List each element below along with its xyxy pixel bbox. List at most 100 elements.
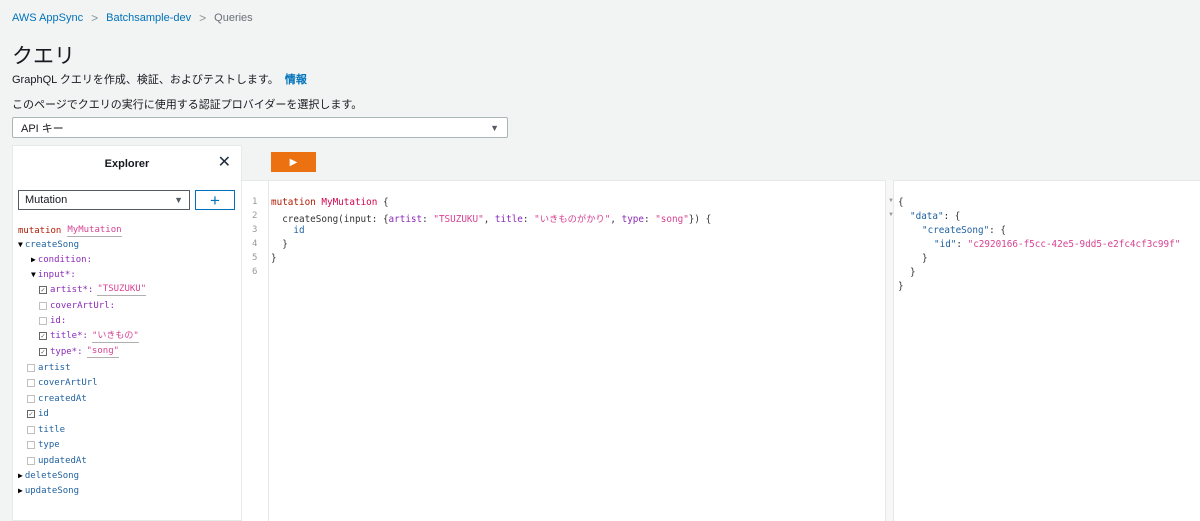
checkbox-checked[interactable]: ✓ [39,285,47,294]
checkbox-unchecked[interactable] [27,440,35,449]
checkbox-unchecked[interactable] [27,456,35,465]
tree-item-id-arg[interactable]: id: [39,314,66,327]
result-line: "id": "c2920166-f5cc-42e5-9dd5-e2fc4cf3c… [934,239,1180,250]
field-label: createSong [24,239,80,250]
breadcrumb-current: Queries [214,12,253,24]
result-line: "createSong": { [922,225,1006,236]
result-punct: : [956,239,968,250]
checkbox-checked[interactable]: ✓ [39,331,47,340]
checkbox-checked[interactable]: ✓ [39,347,47,356]
subtitle-text: GraphQL クエリを作成、検証、およびテストします。 [12,74,279,86]
field-label: updatedAt [38,455,87,466]
tree-item-id-field[interactable]: ✓ id [27,407,49,420]
result-pane: { "data": { "createSong": { "id": "c2920… [894,180,1200,521]
tree-item-coverarturl-field[interactable]: coverArtUrl [27,376,98,389]
checkbox-unchecked[interactable] [27,378,35,387]
arg-value-input[interactable]: "いきもの" [91,328,139,343]
caret-down-icon: ▼ [490,122,499,133]
checkbox-checked[interactable]: ✓ [27,409,35,418]
result-line: } [898,281,904,292]
line-number: 5 [252,253,258,263]
tree-item-createdat-field[interactable]: createdAt [27,392,87,405]
checkbox-unchecked[interactable] [39,301,47,310]
arg-label: artist*: [50,284,94,295]
operation-keyword: mutation [18,225,62,236]
result-string: "c2920166-f5cc-42e5-9dd5-e2fc4cf3c99f" [967,239,1181,250]
explorer-title: Explorer [104,157,150,170]
tree-item-artist-field[interactable]: artist [27,361,71,374]
code-punct: , [610,214,622,225]
result-punct: : { [943,211,961,222]
result-key: "data" [910,211,944,222]
tree-item-createsong[interactable]: ▼ createSong [18,238,79,251]
result-line: { [898,197,904,208]
tree-item-artist-arg[interactable]: ✓ artist*: "TSUZUKU" [39,283,147,296]
code-punct: : [644,214,656,225]
tree-item-updatedat-field[interactable]: updatedAt [27,454,87,467]
code-line: mutation MyMutation { [271,197,389,208]
triangle-right-icon: ▶ [18,486,23,495]
code-string: "いきものがかり" [534,214,611,225]
toolbar: ▶ [242,145,1200,180]
arg-label: input*: [37,269,76,280]
code-field: id [271,225,305,236]
code-line: id [271,225,305,236]
run-query-button[interactable]: ▶ [271,152,316,172]
line-number: 1 [252,197,258,207]
arg-value-input[interactable]: "song" [86,346,120,358]
checkbox-unchecked[interactable] [39,316,47,325]
code-punct: : [522,214,535,225]
checkbox-unchecked[interactable] [27,394,35,403]
code-string: "song" [655,214,689,225]
operation-type-value: Mutation [25,194,68,206]
tree-item-title-arg[interactable]: ✓ title*: "いきもの" [39,328,139,343]
breadcrumb-api-link[interactable]: Batchsample-dev [106,12,191,24]
tree-item-type-arg[interactable]: ✓ type*: "song" [39,345,120,358]
code-line: createSong(input: {artist: "TSUZUKU", ti… [271,211,711,225]
tree-item-condition[interactable]: ▶ condition: [31,253,92,266]
operation-name-input[interactable]: MyMutation [67,225,122,237]
page-subtitle: GraphQL クエリを作成、検証、およびテストします。 情報 [12,71,307,87]
triangle-down-icon: ▼ [31,270,36,279]
checkbox-unchecked[interactable] [27,425,35,434]
code-punct: (input: { [338,214,389,225]
explorer-panel: Explorer ✕ Mutation ▼ + mutation MyMutat… [12,145,242,521]
arg-label: coverArtUrl: [50,300,116,311]
tree-item-coverarturl-arg[interactable]: coverArtUrl: [39,299,115,312]
auth-provider-select[interactable]: API キー ▼ [12,117,508,138]
triangle-down-icon: ▼ [18,240,23,249]
tree-item-updatesong[interactable]: ▶ updateSong [18,484,79,497]
tree-item-title-field[interactable]: title [27,423,65,436]
code-string: "TSUZUKU" [433,214,484,225]
tree-item-type-field[interactable]: type [27,438,60,451]
chevron-right-icon: > [199,11,207,25]
result-key: "id" [934,239,957,250]
pane-divider[interactable] [885,180,894,521]
field-label: title [38,424,66,435]
line-number: 2 [252,211,258,221]
info-link[interactable]: 情報 [285,74,307,86]
field-label: updateSong [24,485,80,496]
result-punct: : { [989,225,1006,236]
arg-value-input[interactable]: "TSUZUKU" [97,284,147,296]
checkbox-unchecked[interactable] [27,363,35,372]
code-field: createSong [271,214,339,225]
line-number: 4 [252,239,258,249]
line-number: 6 [252,267,258,277]
chevron-right-icon: > [91,11,99,25]
close-icon[interactable]: ✕ [218,155,231,171]
operation-header: mutation MyMutation [18,224,122,237]
add-operation-button[interactable]: + [195,190,235,210]
code-keyword: mutation [271,197,316,208]
tree-item-deletesong[interactable]: ▶ deleteSong [18,469,79,482]
field-label: deleteSong [24,470,80,481]
field-label: type [38,439,60,450]
arg-label: id: [50,315,67,326]
operation-type-select[interactable]: Mutation ▼ [18,190,190,210]
tree-item-input[interactable]: ▼ input*: [31,268,76,281]
code-line: } [271,253,277,264]
query-editor[interactable]: 1 2 3 4 5 6 mutation MyMutation { create… [242,180,885,521]
breadcrumb-appsync-link[interactable]: AWS AppSync [12,12,83,24]
triangle-right-icon: ▶ [31,255,36,264]
code-punct: }) { [688,214,712,225]
